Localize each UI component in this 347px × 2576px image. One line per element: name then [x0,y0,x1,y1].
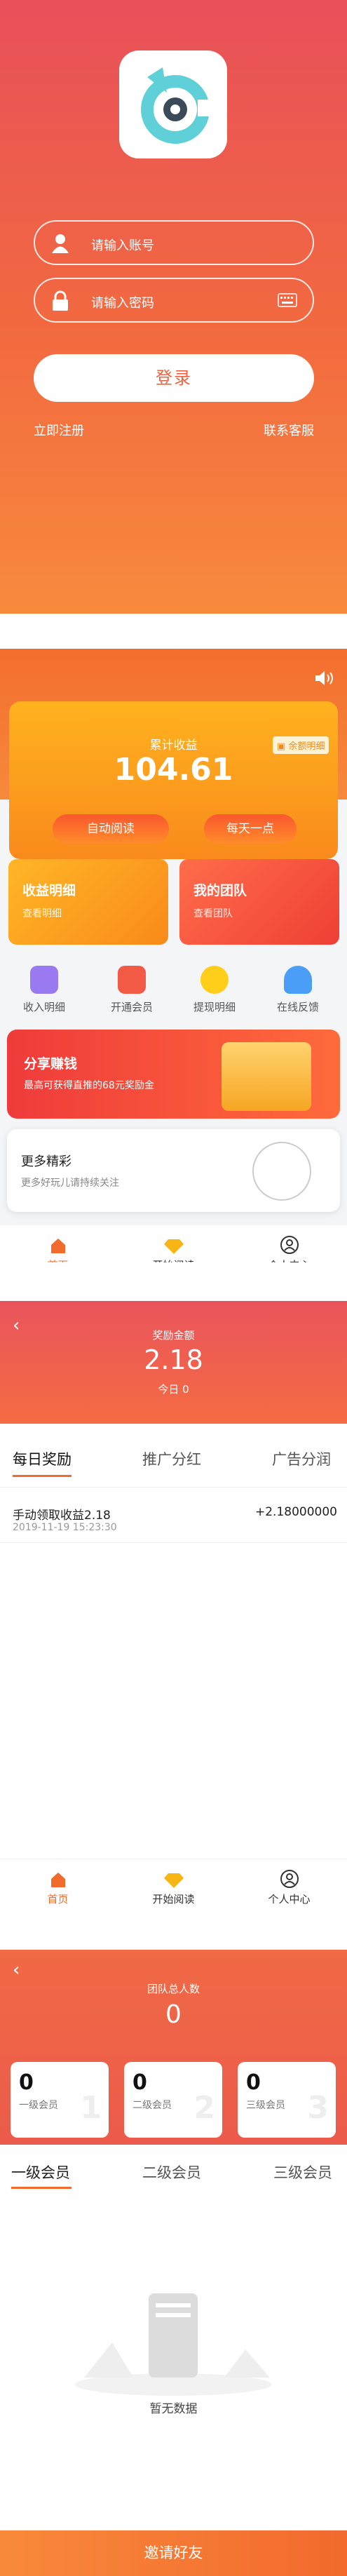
reward-amount-value: 2.18 [144,1344,203,1375]
tab-level1[interactable]: 一级会员 [11,2162,70,2183]
tab-label: 个人中心 [268,1893,311,1906]
grid-label: 收入明细 [22,1001,65,1013]
login-screen: 请输入账号 请输入密码 登录 立即注册 联系客服 [0,0,347,614]
total-income-value: 104.61 [114,752,233,788]
tab-promotion-bonus[interactable]: 推广分红 [142,1448,201,1469]
tab-bar: 首页 开始阅读 个人中心 [0,1225,347,1262]
invite-friends-button[interactable]: 邀请好友 [0,2530,347,2576]
service-link[interactable]: 联系客服 [264,421,314,439]
tab-start-reading[interactable]: 开始阅读 [116,1234,231,1262]
tab-label: 开始阅读 [152,1259,194,1262]
user-circle-icon [231,1868,347,1889]
rewards-header: ‹ 奖励金额 2.18 今日 0 [0,1301,347,1424]
speaker-icon[interactable] [314,670,335,689]
income-detail-sub: 查看明细 [22,908,62,919]
tab-label: 首页 [47,1259,68,1262]
home-icon [0,1234,116,1255]
team-total-label: 团队总人数 [147,1983,200,1995]
grid-withdraw-detail[interactable]: 提现明细 [176,966,253,1014]
level2-card[interactable]: 0 二级会员 2 [124,2062,222,2138]
red-packet-illustration [222,1042,311,1111]
user-icon [50,233,70,254]
reward-amount-label: 奖励金额 [152,1329,195,1342]
grid-income-detail[interactable]: 收入明细 [6,966,83,1014]
income-detail-title: 收益明细 [22,883,76,898]
tab-label: 开始阅读 [152,1893,195,1906]
tab-underline [11,2187,72,2189]
question-icon [200,966,229,994]
today-label: 今日 0 [158,1383,189,1396]
more-banner[interactable]: 更多精彩 更多好玩儿请持续关注 [7,1129,340,1212]
home-screen: ▣ 余额明细 累计收益 104.61 自动阅读 每天一点 收益明细 查看明细 我… [0,649,347,1262]
tab-level2[interactable]: 二级会员 [142,2162,201,2183]
total-income-label: 累计收益 [149,739,198,753]
service-person-icon [284,966,312,994]
tab-start-reading[interactable]: 开始阅读 [116,1868,231,1906]
tab-label: 个人中心 [268,1259,310,1262]
tab-home[interactable]: 首页 [0,1234,116,1262]
level3-card[interactable]: 0 三级会员 3 [238,2062,336,2138]
tab-label: 首页 [47,1893,69,1906]
income-detail-card[interactable]: 收益明细 查看明细 [8,859,168,945]
box-icon [252,1142,311,1201]
tab-home[interactable]: 首页 [0,1868,116,1906]
tab-bar: 首页 开始阅读 个人中心 [0,1859,347,1911]
rewards-screen: ‹ 奖励金额 2.18 今日 0 每日奖励 推广分红 广告分润 手动领取收益2.… [0,1301,347,1911]
grid-label: 开通会员 [110,1001,153,1013]
grid-label: 在线反馈 [276,1001,319,1013]
keyboard-icon[interactable] [278,293,297,310]
tab-profile[interactable]: 个人中心 [231,1234,347,1262]
diamond-icon [116,1868,231,1889]
empty-illustration [70,2279,277,2399]
team-total-value: 0 [165,2000,182,2029]
tab-profile[interactable]: 个人中心 [231,1868,347,1906]
my-team-sub: 查看团队 [193,908,233,919]
account-field[interactable]: 请输入账号 [34,220,314,265]
record-row: 手动领取收益2.18 2019-11-19 15:23:30 +2.180000… [0,1487,347,1543]
my-team-card[interactable]: 我的团队 查看团队 [179,859,339,945]
password-placeholder: 请输入密码 [91,296,154,311]
register-link[interactable]: 立即注册 [34,421,84,439]
empty-text: 暂无数据 [149,2402,198,2416]
gift-icon [118,966,146,994]
auto-read-button[interactable]: 自动阅读 [53,814,169,844]
share-earn-banner[interactable]: 分享赚钱 最高可获得直推的68元奖励金 [7,1030,340,1119]
income-card: ▣ 余额明细 累计收益 104.61 自动阅读 每天一点 [9,701,338,859]
level-watermark: 1 [80,2090,102,2126]
tab-level3[interactable]: 三级会员 [273,2162,332,2183]
lock-icon [50,290,70,311]
team-screen: ‹ 团队总人数 0 0 一级会员 1 0 二级会员 2 0 三级会员 3 一级会… [0,1950,347,2576]
back-icon[interactable]: ‹ [13,1960,20,1981]
daily-more-button[interactable]: 每天一点 [204,814,297,844]
grid-label: 提现明细 [193,1001,236,1013]
app-logo [119,50,227,159]
home-icon [0,1868,116,1889]
diamond-icon [116,1234,231,1255]
income-list-icon [30,966,58,994]
user-circle-icon [231,1234,347,1255]
record-time: 2019-11-19 15:23:30 [13,1522,117,1533]
record-amount: +2.18000000 [255,1505,337,1519]
level-watermark: 2 [193,2090,215,2126]
my-team-title: 我的团队 [193,883,247,898]
password-field[interactable]: 请输入密码 [34,278,314,323]
tab-ad-share[interactable]: 广告分润 [272,1448,331,1469]
grid-online-feedback[interactable]: 在线反馈 [259,966,336,1014]
grid-open-vip[interactable]: 开通会员 [93,966,170,1014]
tab-daily-reward[interactable]: 每日奖励 [13,1448,72,1469]
tab-underline [13,1475,72,1477]
level-watermark: 3 [307,2090,329,2126]
record-title: 手动领取收益2.18 [13,1509,111,1523]
login-button[interactable]: 登录 [34,354,314,402]
level1-card[interactable]: 0 一级会员 1 [11,2062,109,2138]
account-placeholder: 请输入账号 [91,238,154,253]
